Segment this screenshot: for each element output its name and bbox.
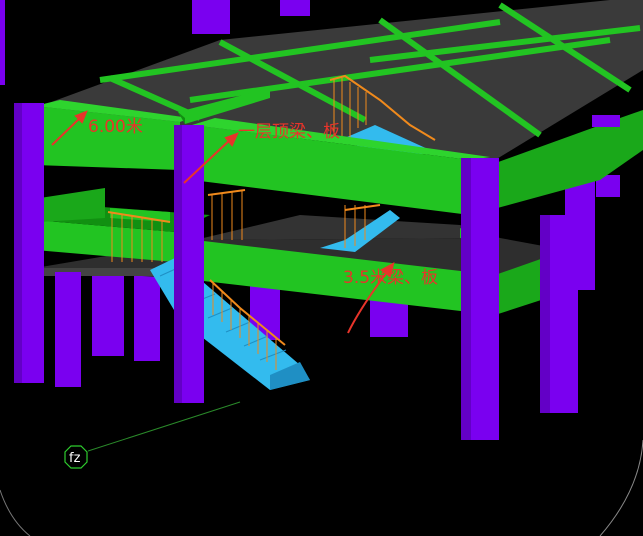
annotation-height-600: 6.00米: [88, 117, 143, 137]
annotation-beam-3.5: 3.5米梁、板: [343, 268, 438, 288]
column-top-3[interactable]: [0, 0, 5, 85]
3d-model-viewport[interactable]: 6.00米 一层顶梁、板 3.5米梁、板 fz: [0, 0, 643, 536]
annotation-first-floor-top: 一层顶梁、板: [238, 122, 340, 142]
axis-marker-label: fz: [69, 451, 81, 466]
column-top-1[interactable]: [192, 0, 230, 34]
column-top-2[interactable]: [280, 0, 310, 16]
